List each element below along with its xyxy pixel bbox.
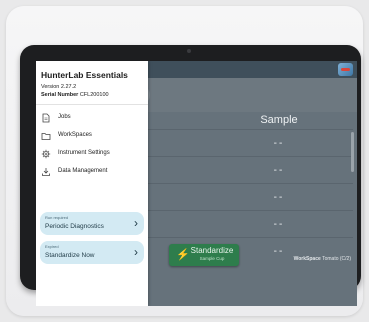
hunterlab-logo-icon[interactable] [338,63,353,76]
nav-label: Instrument Settings [58,150,110,156]
workspace-indicator[interactable]: WorkSpace Tomato (C/2) [294,256,351,262]
table-row[interactable]: -- [148,129,353,157]
nav-label: Jobs [58,114,71,120]
periodic-diagnostics-alert[interactable]: Run required Periodic Diagnostics › [40,212,144,235]
table-cell: -- [273,219,285,230]
standardize-sublabel: Sample Cup [199,256,225,261]
divider [36,104,148,105]
version-text: Version 2.27.2 [41,84,77,90]
download-icon [42,168,50,176]
navigation-drawer: HunterLab Essentials Version 2.27.2 Seri… [36,61,148,306]
document-icon [42,113,50,123]
table-cell: -- [273,192,285,203]
nav-item-data-management[interactable]: Data Management [36,165,148,181]
gear-icon [41,149,51,159]
table-row[interactable]: -- [148,156,353,184]
table-row[interactable]: -- [148,183,353,211]
folder-icon [41,133,51,140]
tablet-screen: Sample -- -- -- -- -- ⚡ Standardize Samp… [36,61,357,306]
table-cell: -- [273,165,285,176]
nav-item-jobs[interactable]: Jobs [36,111,148,127]
scrollbar[interactable] [351,132,354,172]
table-row[interactable]: -- [148,210,353,238]
camera-dot [187,49,191,53]
workspace-label: WorkSpace [293,256,321,262]
nav-item-workspaces[interactable]: WorkSpaces [36,129,148,145]
alert-status: Expired [45,244,59,249]
serial-label: Serial Number [41,92,79,98]
serial-number: Serial Number CFL200100 [41,92,109,98]
nav-label: Data Management [58,168,108,174]
alert-status: Run required [45,215,69,220]
standardize-label: Standardize [190,246,234,255]
standardize-button[interactable]: ⚡ Standardize Sample Cup [169,244,239,266]
app-title: HunterLab Essentials [41,70,128,80]
column-header-sample: Sample [260,114,298,126]
workspace-value: Tomato (C/2) [322,256,351,262]
table-cell: -- [273,138,285,149]
nav-label: WorkSpaces [58,132,92,138]
alert-label: Standardize Now [45,252,95,259]
standardize-now-alert[interactable]: Expired Standardize Now › [40,241,144,264]
nav-item-instrument-settings[interactable]: Instrument Settings [36,147,148,163]
chevron-right-icon: › [134,216,138,230]
chevron-right-icon: › [134,245,138,259]
alert-label: Periodic Diagnostics [45,223,104,230]
serial-value: CFL200100 [79,92,109,98]
